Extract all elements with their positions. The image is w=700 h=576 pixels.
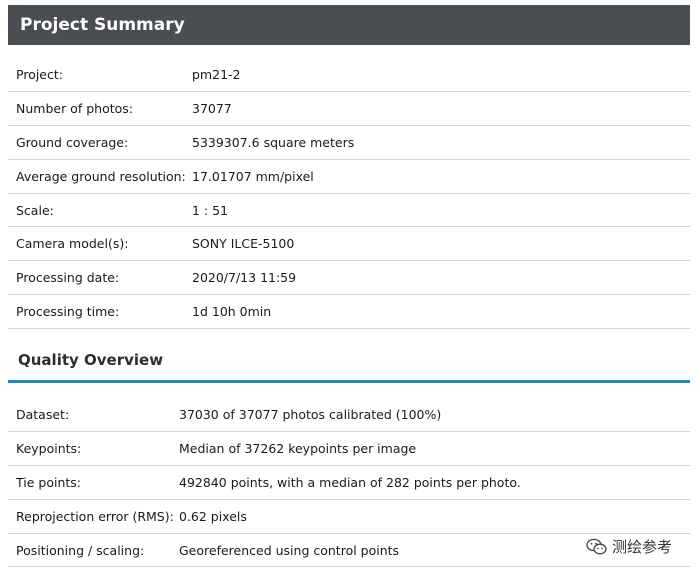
table-row: Tie points: 492840 points, with a median… (8, 466, 690, 500)
row-value: pm21-2 (192, 67, 241, 82)
table-row: Dataset: 37030 of 37077 photos calibrate… (8, 398, 690, 432)
row-value: 2020/7/13 11:59 (192, 270, 297, 286)
row-label: Positioning / scaling: (16, 542, 145, 558)
watermark-text: 测绘参考 (612, 538, 673, 556)
wechat-icon (586, 538, 608, 556)
table-row: Project: pm21-2 (8, 58, 690, 92)
row-label: Processing date: (16, 270, 120, 286)
table-row: Average ground resolution: 17.01707 mm/p… (8, 160, 690, 194)
watermark: 测绘参考 (582, 534, 677, 559)
row-value: 17.01707 mm/pixel (192, 168, 314, 184)
row-label: Processing time: (16, 304, 120, 320)
table-row: Reprojection error (RMS): 0.62 pixels (8, 500, 690, 534)
row-label: Tie points: (16, 474, 81, 490)
table-row: Processing time: 1d 10h 0min (8, 295, 690, 330)
row-value: 492840 points, with a median of 282 poin… (179, 474, 521, 490)
quality-overview-title: Quality Overview (18, 351, 164, 369)
section-divider (8, 380, 690, 383)
table-row: Ground coverage: 5339307.6 square meters (8, 126, 690, 160)
row-label: Keypoints: (16, 440, 82, 456)
row-label: Camera model(s): (16, 236, 129, 252)
row-value: 5339307.6 square meters (192, 134, 355, 150)
table-row: Scale: 1 : 51 (8, 194, 690, 228)
report-page: Project Summary Project: pm21-2 Number o… (0, 0, 700, 576)
row-value: Median of 37262 keypoints per image (179, 440, 417, 456)
row-label: Dataset: (16, 407, 70, 422)
row-label: Scale: (16, 202, 54, 218)
row-label: Project: (16, 67, 63, 82)
row-value: Georeferenced using control points (179, 542, 400, 558)
row-label: Average ground resolution: (16, 168, 186, 184)
project-summary-table: Project: pm21-2 Number of photos: 37077 … (8, 58, 690, 330)
table-row: Processing date: 2020/7/13 11:59 (8, 261, 690, 296)
row-value: 1 : 51 (192, 202, 229, 218)
row-label: Number of photos: (16, 100, 133, 116)
row-value: 1d 10h 0min (192, 304, 272, 320)
row-value: SONY ILCE-5100 (192, 236, 295, 252)
project-summary-header: Project Summary (8, 5, 690, 45)
row-label: Ground coverage: (16, 134, 129, 150)
table-row: Camera model(s): SONY ILCE-5100 (8, 227, 690, 262)
row-value: 37030 of 37077 photos calibrated (100%) (179, 407, 442, 422)
row-value: 0.62 pixels (179, 508, 247, 524)
row-label: Reprojection error (RMS): (16, 508, 174, 524)
table-row: Number of photos: 37077 (8, 92, 690, 126)
row-value: 37077 (192, 100, 232, 116)
table-row: Keypoints: Median of 37262 keypoints per… (8, 432, 690, 466)
